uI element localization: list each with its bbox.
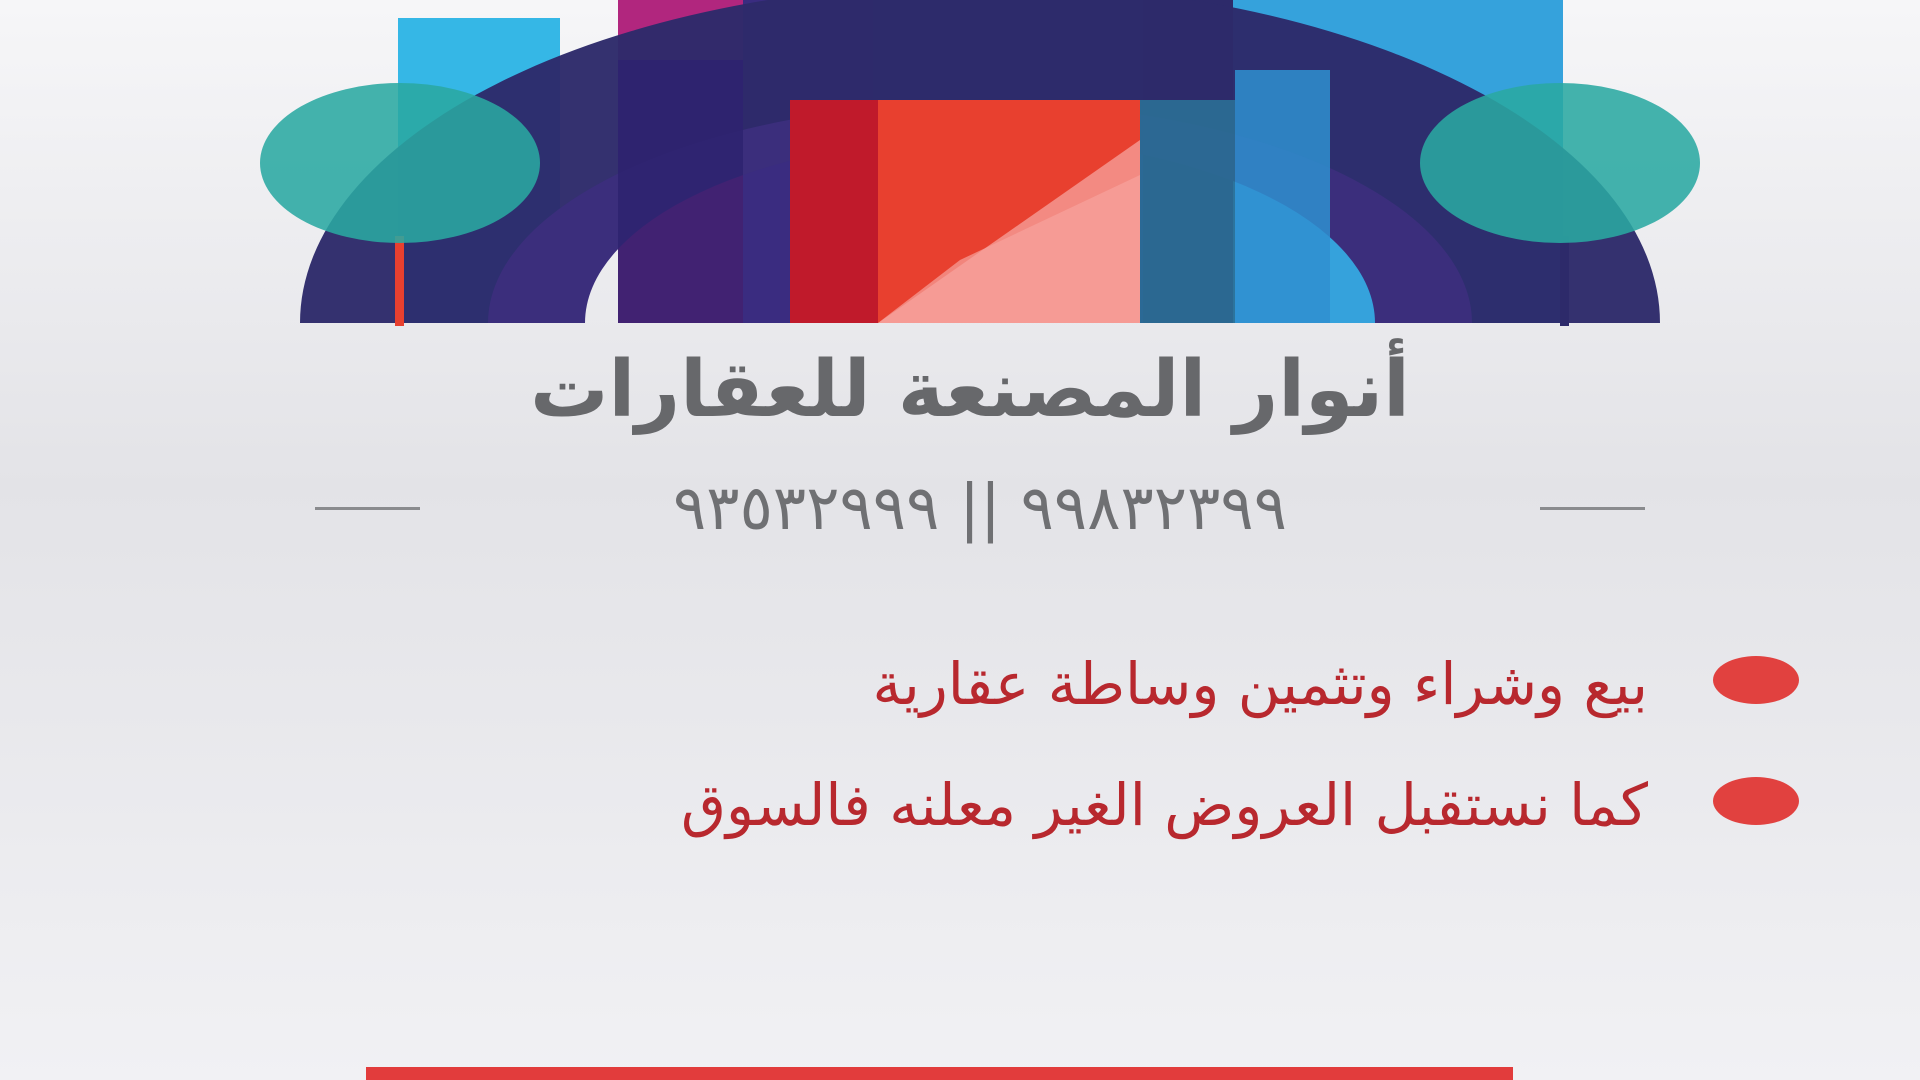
phone-numbers: ٩٩٨٣٢٣٩٩ || ٩٣٥٣٢٩٩٩ [672,471,1287,544]
bullet-dot [1713,656,1799,704]
divider-right [1540,507,1645,510]
buildings-arch-logo-icon [260,0,1700,326]
divider-left [315,507,420,510]
bullet-dot [1713,777,1799,825]
bottom-accent-bar [366,1067,1513,1080]
service-text: بيع وشراء وتثمين وساطة عقارية [872,650,1649,718]
service-item: بيع وشراء وتثمين وساطة عقارية [0,634,1920,734]
service-text: كما نستقبل العروض الغير معلنه فالسوق [681,771,1648,839]
company-name: أنوار المصنعة للعقارات [530,345,1410,435]
service-item: كما نستقبل العروض الغير معلنه فالسوق [0,755,1920,855]
flyer: { "logo": { "icon": "buildings-arch-logo… [0,0,1920,1080]
